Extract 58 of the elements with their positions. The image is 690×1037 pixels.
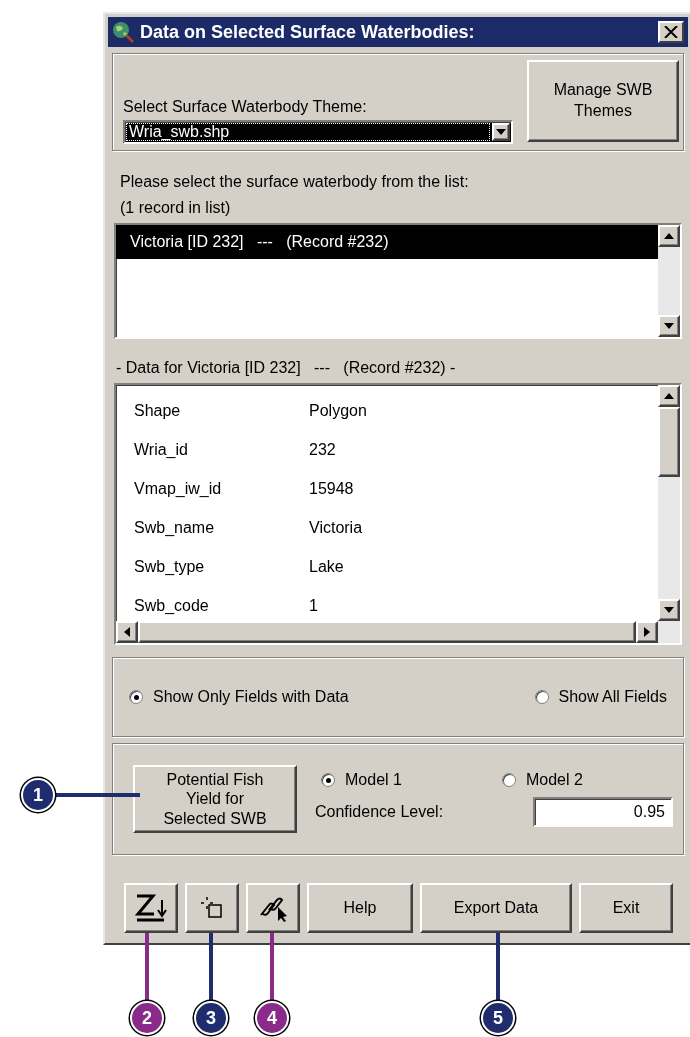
field-value: Lake	[309, 557, 345, 576]
close-button[interactable]	[658, 21, 684, 43]
vertical-scrollbar[interactable]	[658, 385, 680, 621]
field-value: 232	[309, 440, 337, 459]
field-value: 1	[309, 596, 319, 615]
caret-icon	[496, 129, 506, 135]
callout-marker: 1	[21, 778, 55, 812]
manage-themes-button[interactable]: Manage SWB Themes	[527, 60, 679, 142]
dialog-button[interactable]: Help	[307, 883, 413, 933]
radio-button[interactable]	[501, 773, 516, 787]
horizontal-scrollbar[interactable]	[116, 621, 658, 643]
data-heading: - Data for Victoria [ID 232] --- (Record #232) -	[115, 359, 457, 377]
confidence-field[interactable]: 0.95	[533, 797, 673, 827]
radio-button[interactable]	[534, 690, 549, 704]
field-name: Swb_name	[134, 518, 216, 537]
field-value: 15948	[309, 479, 355, 498]
callout-marker: 2	[130, 1001, 164, 1035]
field-value: Polygon	[309, 401, 368, 420]
list-item[interactable]: Victoria [ID 232] --- (Record #232)	[116, 225, 658, 259]
left-arrow-icon	[124, 627, 130, 637]
confidence-label: Confidence Level:	[315, 803, 444, 821]
theme-label: Select Surface Waterbody Theme:	[123, 98, 368, 116]
radio-button[interactable]	[129, 690, 143, 704]
up-arrow-icon	[664, 233, 674, 239]
theme-dropdown[interactable]: Wria_swb.shp	[123, 120, 513, 144]
radio-label: Show Only Fields with Data	[153, 688, 349, 706]
dialog-button[interactable]: Exit	[579, 883, 673, 933]
select-icon	[199, 895, 225, 921]
radio-label: Show All Fields	[558, 688, 667, 706]
globe-icon	[112, 21, 134, 43]
vertical-scrollbar[interactable]	[658, 225, 680, 337]
field-name: Swb_code	[134, 596, 210, 615]
record-count: (1 record in list)	[119, 199, 232, 217]
link-tool-button[interactable]	[246, 883, 300, 933]
sort-tool-button[interactable]	[124, 883, 178, 933]
callout-marker: 3	[194, 1001, 228, 1035]
field-name: Shape	[134, 401, 182, 420]
radio-label: Model 2	[525, 771, 583, 789]
right-arrow-icon	[644, 627, 650, 637]
field-value: Victoria	[309, 518, 364, 537]
down-arrow-icon	[664, 323, 674, 329]
down-arrow-icon	[664, 607, 674, 613]
field-name: Wria_id	[134, 440, 189, 459]
field-name: Vmap_iw_id	[134, 479, 223, 498]
dialog-button[interactable]: Export Data	[420, 883, 572, 933]
field-name: Swb_type	[134, 557, 206, 576]
window-title: Data on Selected Surface Waterbodies:	[140, 21, 476, 43]
list-prompt: Please select the surface waterbody from the list:	[119, 173, 470, 191]
sort-icon	[134, 892, 168, 924]
select-tool-button[interactable]	[185, 883, 239, 933]
radio-label: Model 1	[345, 771, 402, 789]
fish-yield-button[interactable]: Potential Fish Yield for Selected SWB	[133, 765, 297, 833]
waterbody-listbox[interactable]: Victoria [ID 232] --- (Record #232)	[114, 223, 682, 339]
radio-button[interactable]	[321, 773, 335, 787]
close-icon	[664, 26, 678, 38]
callout-marker: 5	[481, 1001, 515, 1035]
callout-marker: 4	[255, 1001, 289, 1035]
up-arrow-icon	[664, 393, 674, 399]
